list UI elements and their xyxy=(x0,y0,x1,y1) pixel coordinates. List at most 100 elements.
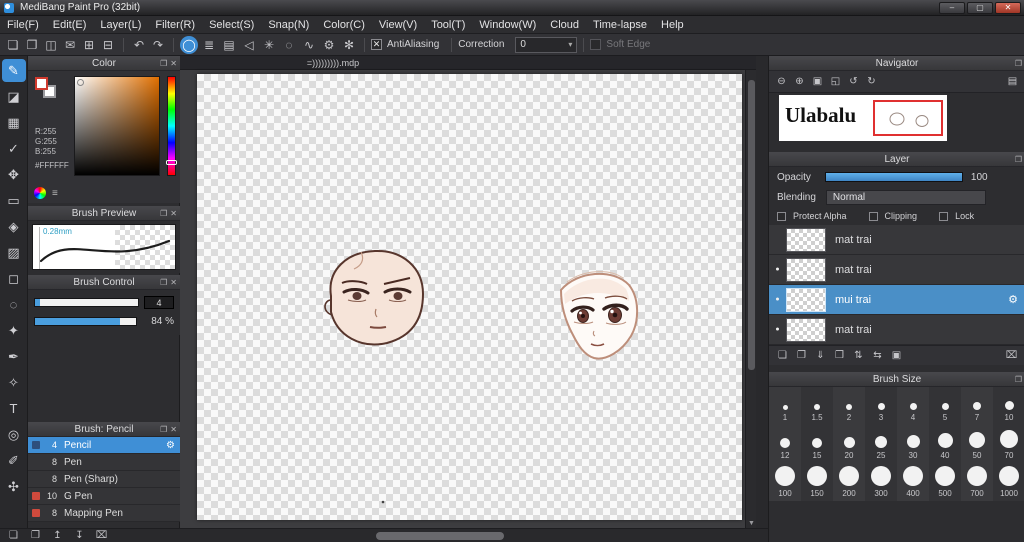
menu-time-lapse[interactable]: Time-lapse xyxy=(586,19,654,31)
brush-size-40[interactable]: 40 xyxy=(929,425,961,463)
brush-size-400[interactable]: 400 xyxy=(897,463,929,501)
transfer-layer-icon[interactable]: ⇆ xyxy=(870,349,885,363)
duplicate-brush-icon[interactable]: ❐ xyxy=(28,529,43,542)
layer-row-3[interactable]: ● mat trai xyxy=(769,315,1024,345)
comment-icon[interactable]: ✉ xyxy=(61,36,79,54)
menu-cloud[interactable]: Cloud xyxy=(543,19,586,31)
layer-visibility-toggle[interactable]: ● xyxy=(769,326,786,333)
brush-tool[interactable]: ✎ xyxy=(1,59,26,82)
rotate-right-icon[interactable]: ↻ xyxy=(864,75,879,89)
dot-pen-tool[interactable]: ✓ xyxy=(2,137,26,160)
hue-slider[interactable] xyxy=(166,76,177,176)
layer-visibility-toggle[interactable]: ● xyxy=(769,266,786,273)
color-picker-cursor[interactable] xyxy=(77,79,84,86)
rotate-left-icon[interactable]: ↺ xyxy=(846,75,861,89)
navigator-preview[interactable]: Ulabalu xyxy=(779,95,947,141)
brush-size-700[interactable]: 700 xyxy=(961,463,993,501)
brush-size-200[interactable]: 200 xyxy=(833,463,865,501)
eraser-tool[interactable]: ◪ xyxy=(2,85,26,108)
brush-opacity-slider[interactable] xyxy=(34,317,137,326)
menu-select-s[interactable]: Select(S) xyxy=(202,19,261,31)
menu-help[interactable]: Help xyxy=(654,19,691,31)
drawing-canvas[interactable] xyxy=(197,74,742,520)
brush-size-15[interactable]: 15 xyxy=(801,425,833,463)
brush-size-30[interactable]: 30 xyxy=(897,425,929,463)
brush-size-slider[interactable] xyxy=(34,298,139,307)
new-file-icon[interactable]: ❏ xyxy=(4,36,22,54)
snap-curve-icon[interactable]: ∿ xyxy=(300,36,318,54)
brush-item-pen-sharp[interactable]: 8 Pen (Sharp) xyxy=(28,471,180,488)
add-brush-icon[interactable]: ❏ xyxy=(6,529,21,542)
popout-icon[interactable]: ❐ xyxy=(1015,155,1022,164)
document-tab[interactable]: =))))))))).mdp xyxy=(307,58,359,68)
brush-size-1-5[interactable]: 1.5 xyxy=(801,387,833,425)
copy-layer-icon[interactable]: ▣ xyxy=(889,349,904,363)
brush-size-25[interactable]: 25 xyxy=(865,425,897,463)
layer-folder-icon[interactable]: ❒ xyxy=(832,349,847,363)
reset-view-icon[interactable]: ▤ xyxy=(1005,75,1020,89)
brush-item-pen[interactable]: 8 Pen xyxy=(28,454,180,471)
foreground-color-swatch[interactable] xyxy=(35,77,48,90)
brush-size-1[interactable]: 1 xyxy=(769,387,801,425)
vertical-scrollbar[interactable]: ▼ xyxy=(745,70,756,528)
horizontal-scrollbar-thumb[interactable] xyxy=(376,531,504,540)
lasso-tool[interactable]: ◌ xyxy=(2,293,26,316)
snap-radial-icon[interactable]: ✳ xyxy=(260,36,278,54)
popout-icon[interactable]: ❐ xyxy=(160,278,167,287)
popout-icon[interactable]: ❐ xyxy=(160,425,167,434)
layer-settings-icon[interactable]: ⚙ xyxy=(1008,293,1018,306)
brush-size-150[interactable]: 150 xyxy=(801,463,833,501)
menu-window-w[interactable]: Window(W) xyxy=(472,19,543,31)
scroll-down-icon[interactable]: ▼ xyxy=(746,520,757,527)
menu-view-v[interactable]: View(V) xyxy=(372,19,424,31)
fit-window-icon[interactable]: ▣ xyxy=(810,75,825,89)
brush-size-5[interactable]: 5 xyxy=(929,387,961,425)
undo-icon[interactable]: ↶ xyxy=(130,36,148,54)
brush-size-12[interactable]: 12 xyxy=(769,425,801,463)
hand-tool[interactable]: ✣ xyxy=(2,475,26,498)
grid-view-icon[interactable]: ⊞ xyxy=(80,36,98,54)
menu-file-f[interactable]: File(F) xyxy=(0,19,46,31)
snap-settings-icon[interactable]: ⚙ xyxy=(320,36,338,54)
blending-dropdown[interactable]: Normal xyxy=(825,189,986,205)
layer-row-2[interactable]: ● mui trai ⚙ xyxy=(769,285,1024,315)
divide-tool[interactable]: ✐ xyxy=(2,449,26,472)
brush-size-50[interactable]: 50 xyxy=(961,425,993,463)
bucket-tool[interactable]: ◈ xyxy=(2,215,26,238)
menu-filter-r[interactable]: Filter(R) xyxy=(148,19,202,31)
duplicate-layer-icon[interactable]: ❐ xyxy=(794,349,809,363)
lock-checkbox[interactable] xyxy=(939,211,949,221)
snap-off-icon[interactable]: ◯ xyxy=(180,35,198,54)
layer-row-1[interactable]: ● mat trai xyxy=(769,255,1024,285)
snap-parallel-icon[interactable]: ≣ xyxy=(200,36,218,54)
brush-size-3[interactable]: 3 xyxy=(865,387,897,425)
clipping-checkbox[interactable] xyxy=(868,211,878,221)
close-button[interactable]: ✕ xyxy=(995,1,1021,14)
snap-vanishing-point-icon[interactable]: ◁ xyxy=(240,36,258,54)
protect-alpha-checkbox[interactable] xyxy=(777,211,786,221)
popout-icon[interactable]: ❐ xyxy=(160,59,167,68)
layer-opacity-slider[interactable] xyxy=(824,172,963,182)
color-sliders-icon[interactable]: ≡ xyxy=(52,188,58,199)
delete-layer-icon[interactable]: ⌧ xyxy=(1004,349,1019,363)
layer-row-0[interactable]: mat trai xyxy=(769,225,1024,255)
move-layer-icon[interactable]: ⇅ xyxy=(851,349,866,363)
layer-visibility-toggle[interactable]: ● xyxy=(769,296,786,303)
maximize-button[interactable]: ▢ xyxy=(967,1,993,14)
brush-size-1000[interactable]: 1000 xyxy=(993,463,1024,501)
transform-tool[interactable]: ▭ xyxy=(2,189,26,212)
delete-brush-icon[interactable]: ⌧ xyxy=(94,529,109,542)
brush-size-10[interactable]: 10 xyxy=(993,387,1024,425)
operation-tool[interactable]: ✦ xyxy=(2,319,26,342)
move-tool[interactable]: ✥ xyxy=(2,163,26,186)
brush-size-300[interactable]: 300 xyxy=(865,463,897,501)
new-layer-icon[interactable]: ❏ xyxy=(775,349,790,363)
zoom-out-icon[interactable]: ⊖ xyxy=(774,75,789,89)
hue-cursor[interactable] xyxy=(166,160,177,165)
redo-icon[interactable]: ↷ xyxy=(149,36,167,54)
blur-tool[interactable]: ▦ xyxy=(2,111,26,134)
brush-down-icon[interactable]: ↧ xyxy=(72,529,87,542)
brush-up-icon[interactable]: ↥ xyxy=(50,529,65,542)
popout-icon[interactable]: ❐ xyxy=(160,209,167,218)
menu-layer-l[interactable]: Layer(L) xyxy=(93,19,148,31)
